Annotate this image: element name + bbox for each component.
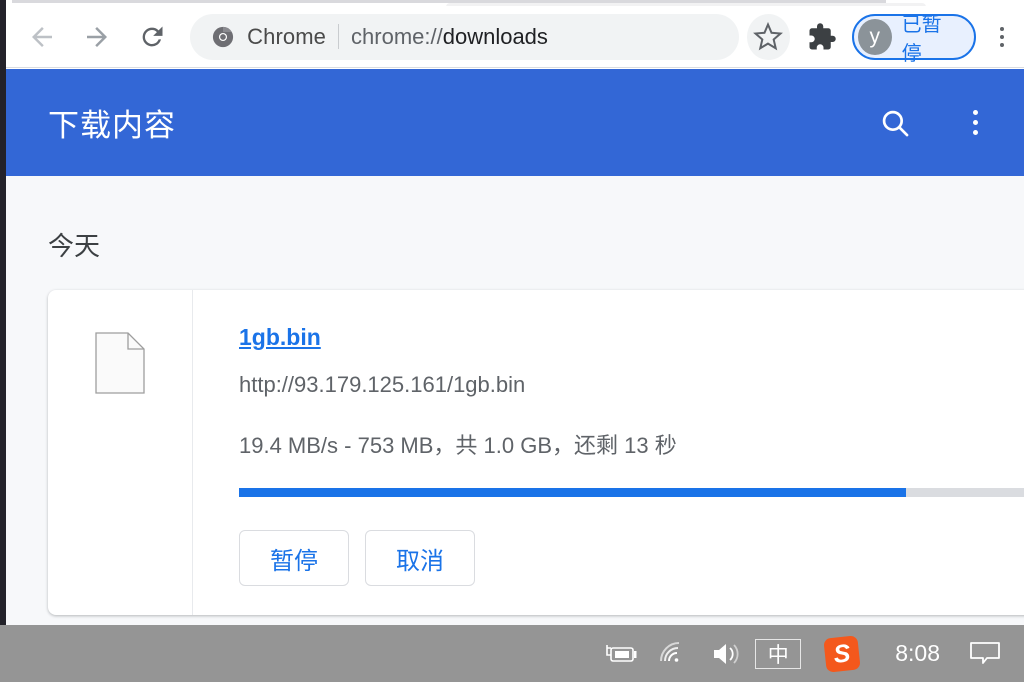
- download-icon-column: [48, 290, 193, 615]
- browser-menu-button[interactable]: [986, 17, 1018, 57]
- taskbar-clock[interactable]: 8:08: [895, 640, 940, 667]
- date-group-heading: 今天: [48, 231, 101, 261]
- forward-button[interactable]: [75, 14, 118, 60]
- battery-charging-icon: [606, 644, 637, 662]
- ime-indicator[interactable]: 中: [755, 638, 802, 669]
- pause-button[interactable]: 暂停: [239, 530, 349, 586]
- speech-bubble-icon: [970, 641, 1000, 664]
- download-actions: 暂停 取消: [239, 530, 1024, 586]
- reload-button[interactable]: [131, 14, 174, 60]
- omnibox-url-text: chrome://downloads: [351, 24, 548, 50]
- volume-icon: [714, 643, 739, 664]
- extensions-button[interactable]: [804, 18, 840, 56]
- browser-window: Chrome chrome://downloads y 已暂停 下载内容 今天 …: [0, 0, 1024, 682]
- omnibox-url-suffix: downloads: [442, 23, 548, 49]
- download-status-text: 19.4 MB/s - 753 MB，共 1.0 GB，还剩 13 秒: [239, 433, 677, 458]
- three-dots-vertical-icon-dot3: [999, 42, 1004, 47]
- arrow-right-icon: [87, 26, 108, 47]
- three-dots-vertical-icon-dot3: [972, 130, 978, 135]
- volume-status[interactable]: [709, 625, 745, 682]
- browser-toolbar: Chrome chrome://downloads y 已暂停: [6, 6, 1024, 68]
- downloads-menu-button[interactable]: [948, 96, 1002, 150]
- profile-status-label: 已暂停: [901, 13, 942, 65]
- download-item-card[interactable]: 1gb.bin http://93.179.125.161/1gb.bin 19…: [48, 290, 1024, 615]
- bookmark-star-icon: [753, 21, 784, 50]
- wifi-icon: [660, 641, 680, 662]
- download-progress-fill: [239, 488, 906, 497]
- battery-status[interactable]: [599, 625, 639, 682]
- chrome-logo-icon: [212, 26, 234, 48]
- three-dots-vertical-icon-dot2: [972, 120, 978, 125]
- puzzle-piece-icon: [809, 22, 836, 49]
- omnibox-separator: [338, 24, 340, 49]
- reload-icon: [143, 26, 163, 46]
- sogou-input-icon[interactable]: S: [823, 634, 861, 673]
- avatar: y: [857, 18, 892, 55]
- system-taskbar: 中 S 8:08: [0, 625, 1024, 682]
- header-actions: [868, 96, 1024, 150]
- wifi-status[interactable]: [657, 625, 691, 682]
- cancel-button[interactable]: 取消: [365, 530, 475, 586]
- page-title: 下载内容: [48, 108, 176, 143]
- profile-status-pill[interactable]: y 已暂停: [851, 13, 976, 65]
- downloads-page-header: 下载内容: [6, 69, 1024, 176]
- download-details: 1gb.bin http://93.179.125.161/1gb.bin 19…: [193, 290, 1024, 615]
- omnibox-url-prefix: chrome://: [351, 23, 443, 49]
- three-dots-vertical-icon: [972, 110, 978, 115]
- downloads-content: 今天 1gb.bin http://93.179.125.161/1gb.bin…: [6, 176, 1024, 625]
- download-file-name-link[interactable]: 1gb.bin: [239, 324, 321, 351]
- notification-button[interactable]: [968, 625, 1002, 682]
- search-button[interactable]: [868, 96, 922, 150]
- three-dots-vertical-icon: [999, 26, 1004, 31]
- bookmark-button[interactable]: [746, 13, 791, 60]
- arrow-left-icon: [31, 26, 52, 47]
- back-button[interactable]: [20, 14, 63, 60]
- omnibox-brand-label: Chrome: [247, 23, 327, 49]
- download-source-url: http://93.179.125.161/1gb.bin: [239, 372, 526, 397]
- address-bar[interactable]: Chrome chrome://downloads: [190, 13, 739, 60]
- generic-file-icon: [95, 332, 145, 394]
- three-dots-vertical-icon-dot2: [999, 34, 1004, 39]
- search-icon: [882, 110, 909, 136]
- download-progress-bar: [239, 488, 1024, 497]
